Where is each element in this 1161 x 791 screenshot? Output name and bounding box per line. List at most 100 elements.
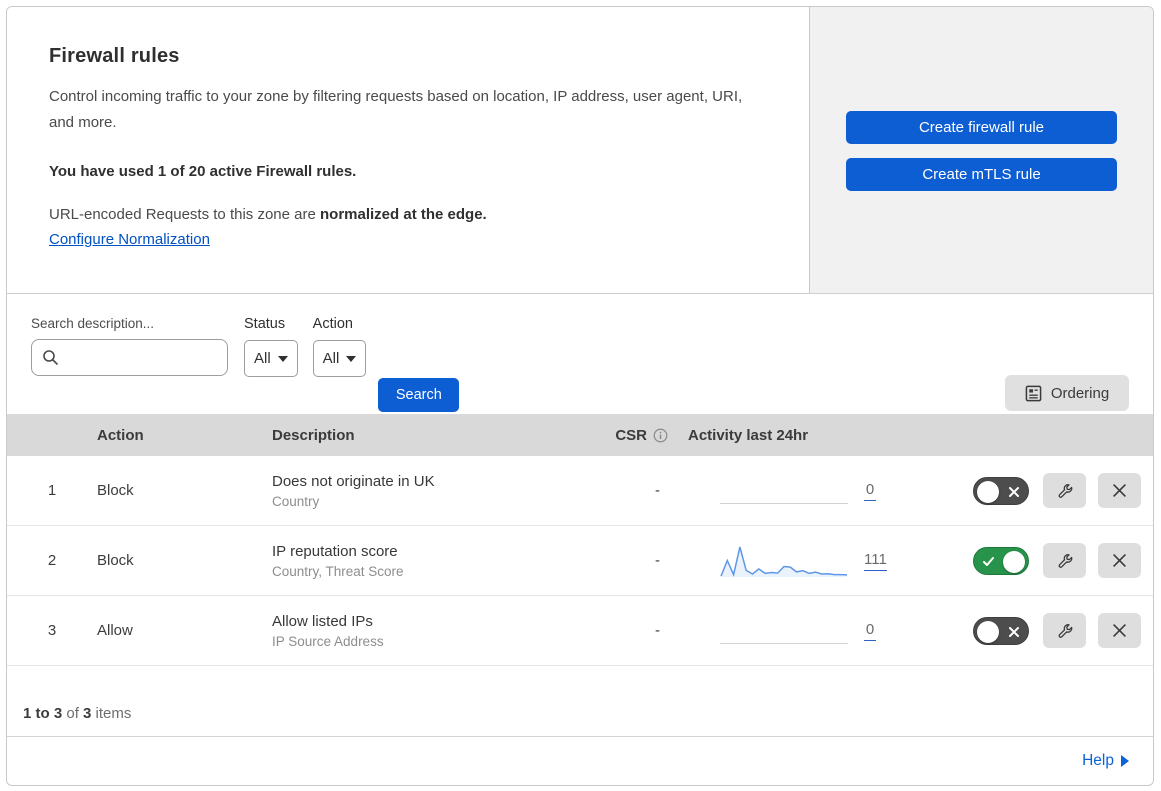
pagination-of: of — [62, 705, 84, 722]
create-mtls-rule-button[interactable]: Create mTLS rule — [846, 158, 1117, 191]
status-dropdown-value: All — [254, 350, 271, 367]
rule-activity-cell: 0 — [682, 611, 912, 651]
toggle-state-icon — [1008, 618, 1020, 646]
rule-activity-cell: 111 — [682, 541, 912, 581]
help-link-label: Help — [1082, 752, 1114, 769]
rule-priority: 1 — [47, 482, 57, 499]
rule-controls — [912, 543, 1153, 578]
rule-fields: Country, Threat Score — [272, 563, 404, 579]
rule-action: Block — [97, 482, 134, 499]
rule-priority: 3 — [47, 622, 57, 639]
table-row: 1 Block Does not originate in UK Country… — [7, 456, 1153, 526]
wrench-icon — [1056, 622, 1074, 640]
edit-rule-button[interactable] — [1043, 543, 1086, 578]
page-description: Control incoming traffic to your zone by… — [49, 88, 743, 131]
close-icon — [1112, 553, 1127, 568]
table-row: 2 Block IP reputation score Country, Thr… — [7, 526, 1153, 596]
delete-rule-button[interactable] — [1098, 613, 1141, 648]
search-button[interactable]: Search — [378, 378, 460, 412]
rule-description: Allow listed IPs — [272, 612, 373, 630]
rule-fields: Country — [272, 493, 320, 509]
col-description: Description — [272, 426, 355, 444]
ordering-icon — [1025, 385, 1042, 402]
rule-csr: - — [655, 482, 660, 499]
col-action: Action — [97, 426, 144, 444]
toggle-knob — [1003, 550, 1025, 573]
search-input[interactable] — [31, 339, 228, 376]
status-label: Status — [244, 316, 286, 332]
wrench-icon — [1056, 552, 1074, 570]
close-icon — [1112, 483, 1127, 498]
filter-bar: Search description... Status All Action … — [7, 294, 1153, 414]
pagination-summary: 1 to 3 of 3 items — [7, 666, 1153, 736]
action-label: Action — [312, 316, 353, 332]
status-filter-group: Status All — [244, 316, 298, 377]
normalization-note: URL-encoded Requests to this zone are no… — [49, 206, 769, 223]
header-section: Firewall rules Control incoming traffic … — [7, 7, 1153, 294]
edit-rule-button[interactable] — [1043, 613, 1086, 648]
search-group: Search description... — [31, 316, 228, 376]
table-header-row: Action Description CSR Activity last 24h… — [7, 414, 1153, 456]
rule-activity-cell: 0 — [682, 471, 912, 511]
rule-description-cell: Allow listed IPs IP Source Address — [272, 613, 582, 649]
activity-count-link[interactable]: 0 — [864, 621, 876, 641]
rule-csr: - — [655, 622, 660, 639]
pagination-items: items — [91, 705, 132, 722]
status-dropdown[interactable]: All — [244, 340, 298, 377]
col-activity: Activity last 24hr — [688, 426, 809, 444]
rule-description-cell: IP reputation score Country, Threat Scor… — [272, 543, 582, 579]
normalization-text: URL-encoded Requests to this zone are — [49, 206, 320, 223]
rule-toggle[interactable] — [973, 476, 1029, 506]
table-row: 3 Allow Allow listed IPs IP Source Addre… — [7, 596, 1153, 666]
toggle-state-icon — [1008, 478, 1020, 506]
firewall-rules-page: Firewall rules Control incoming traffic … — [6, 6, 1154, 786]
chevron-down-icon — [277, 355, 288, 362]
header-actions-panel: Create firewall rule Create mTLS rule — [810, 7, 1153, 293]
search-icon — [42, 349, 59, 366]
delete-rule-button[interactable] — [1098, 543, 1141, 578]
normalization-bold: normalized at the edge. — [320, 206, 487, 223]
action-filter-group: Action All — [312, 316, 367, 377]
toggle-knob — [977, 620, 999, 643]
rule-toggle[interactable] — [973, 616, 1029, 646]
usage-summary: You have used 1 of 20 active Firewall ru… — [49, 163, 357, 180]
search-label: Search description... — [31, 316, 155, 331]
wrench-icon — [1056, 482, 1074, 500]
header-text-panel: Firewall rules Control incoming traffic … — [7, 7, 810, 293]
toggle-state-icon — [982, 548, 995, 576]
col-csr-label: CSR — [615, 426, 647, 444]
close-icon — [1112, 623, 1127, 638]
rule-priority: 2 — [47, 552, 57, 569]
activity-sparkline — [720, 471, 848, 511]
rule-description: IP reputation score — [272, 542, 398, 560]
ordering-button[interactable]: Ordering — [1005, 375, 1129, 411]
rule-controls — [912, 613, 1153, 648]
help-link[interactable]: Help — [1082, 752, 1129, 770]
activity-sparkline — [720, 541, 848, 581]
delete-rule-button[interactable] — [1098, 473, 1141, 508]
rule-fields: IP Source Address — [272, 633, 384, 649]
page-title: Firewall rules — [49, 45, 180, 67]
activity-count-link[interactable]: 111 — [864, 551, 887, 571]
rule-description-cell: Does not originate in UK Country — [272, 473, 582, 509]
rule-toggle[interactable] — [973, 546, 1029, 576]
rule-action: Block — [97, 552, 134, 569]
edit-rule-button[interactable] — [1043, 473, 1086, 508]
rule-action: Allow — [97, 622, 133, 639]
ordering-button-label: Ordering — [1050, 384, 1110, 402]
info-icon[interactable] — [653, 428, 668, 443]
action-dropdown[interactable]: All — [312, 340, 367, 377]
rule-csr: - — [655, 552, 660, 569]
toggle-knob — [977, 480, 999, 503]
activity-sparkline — [720, 611, 848, 651]
help-arrow-icon — [1121, 755, 1129, 767]
rule-controls — [912, 473, 1153, 508]
help-bar: Help — [7, 736, 1153, 785]
activity-count-link[interactable]: 0 — [864, 481, 876, 501]
create-firewall-rule-button[interactable]: Create firewall rule — [846, 111, 1117, 144]
action-dropdown-value: All — [322, 350, 340, 367]
rule-description: Does not originate in UK — [272, 472, 435, 490]
configure-normalization-link[interactable]: Configure Normalization — [49, 231, 210, 248]
chevron-down-icon — [346, 355, 357, 362]
col-csr: CSR — [582, 427, 682, 444]
